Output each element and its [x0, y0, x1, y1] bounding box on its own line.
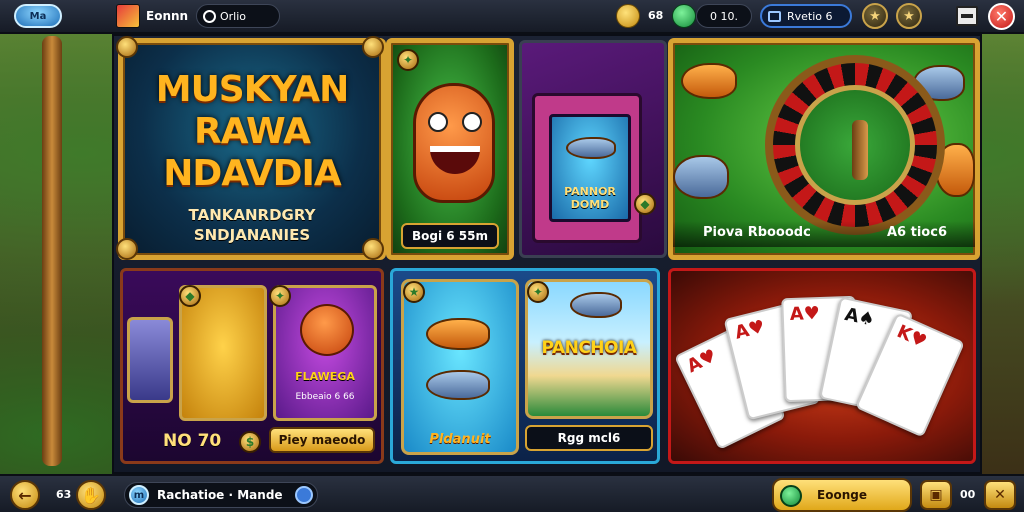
- mouth-icon: [430, 146, 480, 174]
- game-title: MUSKYAN RAWA NDAVDIA: [155, 69, 350, 194]
- gem-badge-icon: ◆: [634, 193, 656, 215]
- menu-button[interactable]: [956, 6, 978, 26]
- game-tile-cards[interactable]: A♥ A♥ A♥ A♠ K♥: [668, 268, 976, 464]
- close-icon: ✕: [994, 487, 1006, 503]
- fish-icon: [426, 370, 490, 400]
- shell-card-icon: [127, 317, 173, 403]
- top-bar: Ma Eonnn Orlio 68 0 10. Rvetio 6 ★ ★ ✕: [0, 0, 1024, 34]
- card-suit: ♠: [856, 306, 877, 331]
- player-avatar[interactable]: [116, 4, 140, 28]
- star-badge-icon: ★: [403, 281, 425, 303]
- mode-label: Rachatioe · Mande: [157, 488, 283, 502]
- settings-button[interactable]: ★: [862, 3, 888, 29]
- fish-card: Pldanuit: [401, 279, 519, 455]
- level-value: 63: [56, 488, 72, 501]
- leaf-badge-icon: ✦: [397, 49, 419, 71]
- card-suit: ♥: [803, 302, 821, 325]
- game-subtitle: TANKANRDGRY SNDJANANIES: [188, 206, 316, 244]
- play-button-label: Eoonge: [817, 488, 867, 502]
- gem-icon: [672, 4, 696, 28]
- slots-badge-text: FLAWEGA: [295, 370, 355, 383]
- ornament-icon: [362, 36, 384, 58]
- inventory-button[interactable]: ▣: [920, 480, 952, 510]
- player-name: Eonnn: [146, 9, 189, 23]
- gift-icon: [768, 10, 781, 22]
- globe-icon: [295, 486, 313, 504]
- leaf-badge-icon: ✦: [269, 285, 291, 307]
- wheel-center: [795, 85, 915, 205]
- game-tile-roulette[interactable]: Piova Rbooodc A6 tioc6: [668, 38, 980, 260]
- bonus-label: Rvetio 6: [787, 9, 833, 23]
- leaf-badge-icon: ✦: [527, 281, 549, 303]
- game-tile-monster[interactable]: ✦ Bogi 6 55m: [386, 38, 514, 260]
- exit-button[interactable]: ✕: [984, 480, 1016, 510]
- ornament-icon: [116, 238, 138, 260]
- bonus-button[interactable]: Rvetio 6: [760, 4, 852, 28]
- slots-play-button[interactable]: Piey maeodo: [269, 427, 375, 453]
- mode-icon: m: [129, 485, 149, 505]
- profile-button[interactable]: ★: [896, 3, 922, 29]
- coin-icon: [616, 4, 640, 28]
- roulette-wheel-icon: [765, 55, 945, 235]
- close-button[interactable]: ✕: [988, 3, 1015, 30]
- ornament-icon: [116, 36, 138, 58]
- slots-value: NO 70: [163, 431, 222, 451]
- hand-icon: ✋: [81, 485, 101, 505]
- search-input[interactable]: Orlio: [196, 4, 280, 28]
- search-text: Orlio: [220, 9, 247, 23]
- game-tile-machine[interactable]: PANNOR DOMD ◆: [519, 40, 667, 258]
- wheel-handle-icon: [852, 120, 868, 180]
- slot-machine-icon: PANNOR DOMD: [532, 93, 642, 243]
- fish-icon: [426, 318, 490, 350]
- coins-value: 68: [648, 9, 664, 22]
- eye-icon: [462, 112, 482, 132]
- star-icon: ★: [869, 8, 881, 24]
- count-value: 00: [960, 488, 976, 501]
- gem-icon: [780, 485, 802, 507]
- slots-small-text: Ebbeaio 6 66: [295, 392, 355, 402]
- fish-icon: [570, 292, 622, 318]
- gems-balance[interactable]: 0 10.: [696, 4, 752, 28]
- fish-icon: [681, 63, 737, 99]
- search-icon: [203, 9, 216, 23]
- game-tile-title[interactable]: MUSKYAN RAWA NDAVDIA TANKANRDGRY SNDJANA…: [118, 38, 386, 260]
- machine-screen-text: PANNOR DOMD: [564, 185, 616, 211]
- game-tile-slots[interactable]: FLAWEGA Ebbeaio 6 66 ◆ ✦ NO 70 $ Piey ma…: [120, 268, 384, 464]
- card-rank: A: [789, 303, 805, 326]
- monster-mascot-icon: [413, 83, 495, 203]
- coin-icon: $: [239, 431, 261, 453]
- game-tile-fish[interactable]: Pldanuit ★ PANCHOIA ✦ Rgg mcl6: [390, 268, 660, 464]
- fish-card-label: Pldanuit: [429, 432, 491, 447]
- eye-icon: [428, 112, 448, 132]
- mode-selector[interactable]: m Rachatioe · Mande: [124, 482, 318, 508]
- roulette-caption-left: Piova Rbooodc: [703, 225, 811, 240]
- star-icon: ★: [903, 8, 915, 24]
- roulette-caption-right: A6 tioc6: [887, 225, 947, 240]
- ornament-icon: [362, 238, 384, 260]
- rewards-button[interactable]: ✋: [76, 480, 106, 510]
- bottom-bar: ← 63 ✋ m Rachatioe · Mande Eoonge ▣ 00 ✕: [0, 474, 1024, 512]
- back-arrow-icon: ←: [18, 485, 32, 505]
- monster-tile-label: Bogi 6 55m: [401, 223, 499, 249]
- fish-icon: [673, 155, 729, 199]
- play-button[interactable]: Eoonge: [772, 478, 912, 512]
- machine-screen: PANNOR DOMD: [549, 114, 631, 222]
- roulette-caption: Piova Rbooodc A6 tioc6: [673, 221, 975, 247]
- fish-icon: [566, 137, 616, 159]
- back-button[interactable]: ←: [10, 480, 40, 510]
- bamboo-pole: [42, 36, 62, 466]
- app-logo[interactable]: Ma: [14, 4, 62, 28]
- fish-play-button[interactable]: Rgg mcl6: [525, 425, 653, 451]
- gem-badge-icon: ◆: [179, 285, 201, 307]
- bag-icon: ▣: [929, 487, 943, 503]
- pancho-title: PANCHOIA: [541, 338, 637, 358]
- monster-face-icon: [300, 304, 354, 356]
- monster-card: FLAWEGA Ebbeaio 6 66: [273, 285, 377, 421]
